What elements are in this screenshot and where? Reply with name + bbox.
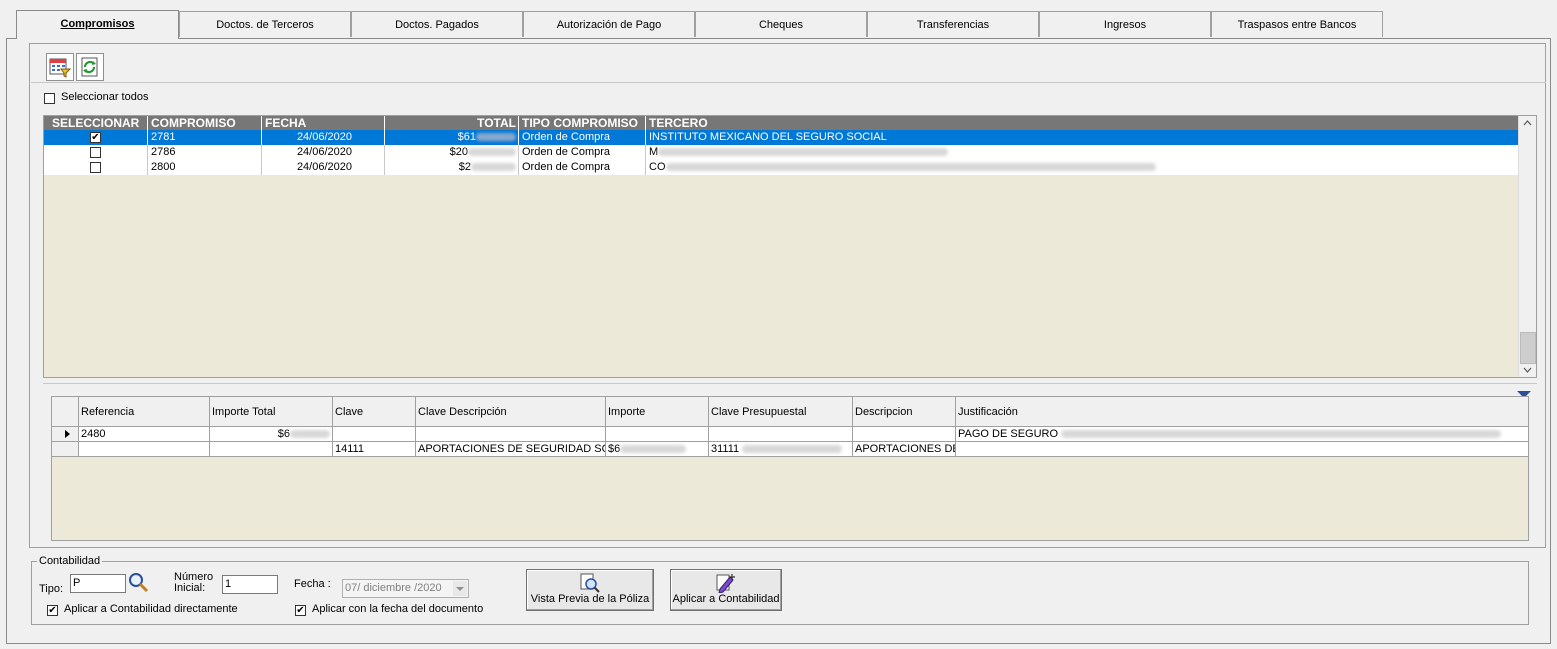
cell-clave-descripcion: [416, 427, 606, 442]
row-indicator: [52, 427, 79, 442]
cell-clave: [333, 427, 416, 442]
col-importe[interactable]: Importe: [606, 397, 709, 427]
col-descripcion[interactable]: Descripcion: [853, 397, 956, 427]
tab-transferencias[interactable]: Transferencias: [867, 11, 1039, 37]
tab-traspasos-bancos[interactable]: Traspasos entre Bancos: [1211, 11, 1383, 37]
col-clave-presupuestal[interactable]: Clave Presupuestal: [709, 397, 853, 427]
splitter[interactable]: [43, 383, 1537, 384]
cell-justificacion: PAGO DE SEGURO: [956, 427, 1528, 442]
toolbar-separator: [31, 82, 1546, 83]
grid-header: Referencia Importe Total Clave Clave Des…: [52, 397, 1528, 427]
aplicar-directo-checkbox[interactable]: ✔: [47, 605, 58, 616]
cell-referencia: 2480: [79, 427, 210, 442]
chevron-down-icon[interactable]: [453, 581, 467, 596]
cell-tipo: Orden de Compra: [519, 130, 646, 145]
scroll-down-icon[interactable]: [1519, 364, 1536, 376]
cell-descripcion: APORTACIONES DE: [853, 442, 956, 457]
search-tipo-button[interactable]: [126, 570, 152, 594]
table-row[interactable]: ✔ 2781 24/06/2020 $61 Orden de Compra IN…: [44, 130, 1520, 145]
cell-clave-descripcion: APORTACIONES DE SEGURIDAD SO: [416, 442, 606, 457]
cell-clave-presupuestal: [709, 427, 853, 442]
cell-importe: $6: [606, 442, 709, 457]
cell-importe: [606, 427, 709, 442]
fecha-label: Fecha :: [294, 578, 331, 590]
scroll-thumb[interactable]: [1520, 332, 1536, 364]
col-total[interactable]: TOTAL: [385, 116, 519, 130]
row-checkbox[interactable]: [90, 162, 101, 173]
cell-justificacion: [956, 442, 1528, 457]
grid-header: SELECCIONAR COMPROMISO FECHA TOTAL TIPO …: [44, 116, 1520, 130]
cell-clave-presupuestal: 31111: [709, 442, 853, 457]
cell-total: $20: [385, 145, 519, 160]
cell-compromiso: 2786: [148, 145, 262, 160]
col-tipo-compromiso[interactable]: TIPO COMPROMISO: [519, 116, 646, 130]
col-seleccionar[interactable]: SELECCIONAR: [44, 116, 148, 130]
aplicar-contabilidad-button[interactable]: Aplicar a Contabilidad: [670, 569, 782, 611]
cell-compromiso: 2800: [148, 160, 262, 175]
row-indicator: [52, 442, 79, 457]
table-row[interactable]: 2800 24/06/2020 $2 Orden de Compra CO: [44, 160, 1520, 175]
tab-ingresos[interactable]: Ingresos: [1039, 11, 1211, 37]
table-row[interactable]: 14111 APORTACIONES DE SEGURIDAD SO $6 31…: [52, 442, 1528, 457]
detalle-grid: Referencia Importe Total Clave Clave Des…: [51, 396, 1529, 541]
cell-fecha: 24/06/2020: [262, 160, 385, 175]
cell-tipo: Orden de Compra: [519, 160, 646, 175]
tab-cheques[interactable]: Cheques: [695, 11, 867, 37]
cell-importe-total: $6: [210, 427, 333, 442]
apply-pencil-icon: [716, 574, 735, 593]
cell-tipo: Orden de Compra: [519, 145, 646, 160]
cell-fecha: 24/06/2020: [262, 130, 385, 145]
tab-bar: Compromisos Doctos. de Terceros Doctos. …: [6, 10, 1556, 39]
cell-compromiso: 2781: [148, 130, 262, 145]
cell-total: $61: [385, 130, 519, 145]
cell-tercero: INSTITUTO MEXICANO DEL SEGURO SOCIAL: [649, 131, 887, 143]
cell-total: $2: [385, 160, 519, 175]
vertical-scrollbar[interactable]: [1518, 116, 1536, 377]
refresh-icon: [81, 57, 98, 77]
tab-autorizacion-pago[interactable]: Autorización de Pago: [523, 11, 695, 37]
compromisos-grid: SELECCIONAR COMPROMISO FECHA TOTAL TIPO …: [43, 115, 1537, 378]
row-checkbox[interactable]: ✔: [90, 132, 101, 143]
cell-referencia: [79, 442, 210, 457]
cell-importe-total: [210, 442, 333, 457]
scroll-up-icon[interactable]: [1519, 117, 1536, 129]
preview-magnifier-icon: [580, 573, 600, 593]
select-all-checkbox[interactable]: [44, 93, 55, 104]
calendar-filter-icon: [49, 58, 71, 78]
col-referencia[interactable]: Referencia: [79, 397, 210, 427]
cell-tercero: M: [646, 145, 1520, 160]
cell-fecha: 24/06/2020: [262, 145, 385, 160]
tab-doctos-pagados[interactable]: Doctos. Pagados: [351, 11, 523, 37]
aplicar-fecha-label: Aplicar con la fecha del documento: [312, 603, 484, 615]
calendar-filter-button[interactable]: [46, 53, 74, 81]
col-clave[interactable]: Clave: [333, 397, 416, 427]
select-all-label: Seleccionar todos: [61, 91, 149, 103]
contabilidad-title: Contabilidad: [37, 555, 103, 567]
col-compromiso[interactable]: COMPROMISO: [148, 116, 262, 130]
current-row-arrow-icon: [65, 430, 70, 438]
tipo-input[interactable]: P: [70, 574, 126, 593]
refresh-button[interactable]: [76, 53, 104, 81]
fecha-picker[interactable]: 07/ diciembre /2020: [342, 579, 469, 598]
cell-tercero: CO: [646, 160, 1520, 175]
col-tercero[interactable]: TERCERO: [646, 116, 1520, 130]
col-clave-descripcion[interactable]: Clave Descripción: [416, 397, 606, 427]
cell-clave: 14111: [333, 442, 416, 457]
row-indicator-header: [52, 397, 79, 427]
cell-descripcion: [853, 427, 956, 442]
aplicar-fecha-checkbox[interactable]: ✔: [295, 605, 306, 616]
tab-compromisos[interactable]: Compromisos: [16, 10, 179, 39]
vista-previa-poliza-button[interactable]: Vista Previa de la Póliza: [526, 569, 654, 611]
numero-inicial-label: Número Inicial:: [174, 571, 214, 594]
col-justificacion[interactable]: Justificación: [956, 397, 1528, 427]
row-checkbox[interactable]: [90, 147, 101, 158]
col-importe-total[interactable]: Importe Total: [210, 397, 333, 427]
tipo-label: Tipo:: [39, 583, 64, 595]
aplicar-directo-label: Aplicar a Contabilidad directamente: [64, 603, 238, 615]
tab-doctos-terceros[interactable]: Doctos. de Terceros: [179, 11, 351, 37]
table-row[interactable]: 2480 $6 PAGO DE SEGURO: [52, 427, 1528, 442]
col-fecha[interactable]: FECHA: [262, 116, 385, 130]
table-row[interactable]: 2786 24/06/2020 $20 Orden de Compra M: [44, 145, 1520, 160]
numero-inicial-input[interactable]: 1: [222, 575, 278, 594]
